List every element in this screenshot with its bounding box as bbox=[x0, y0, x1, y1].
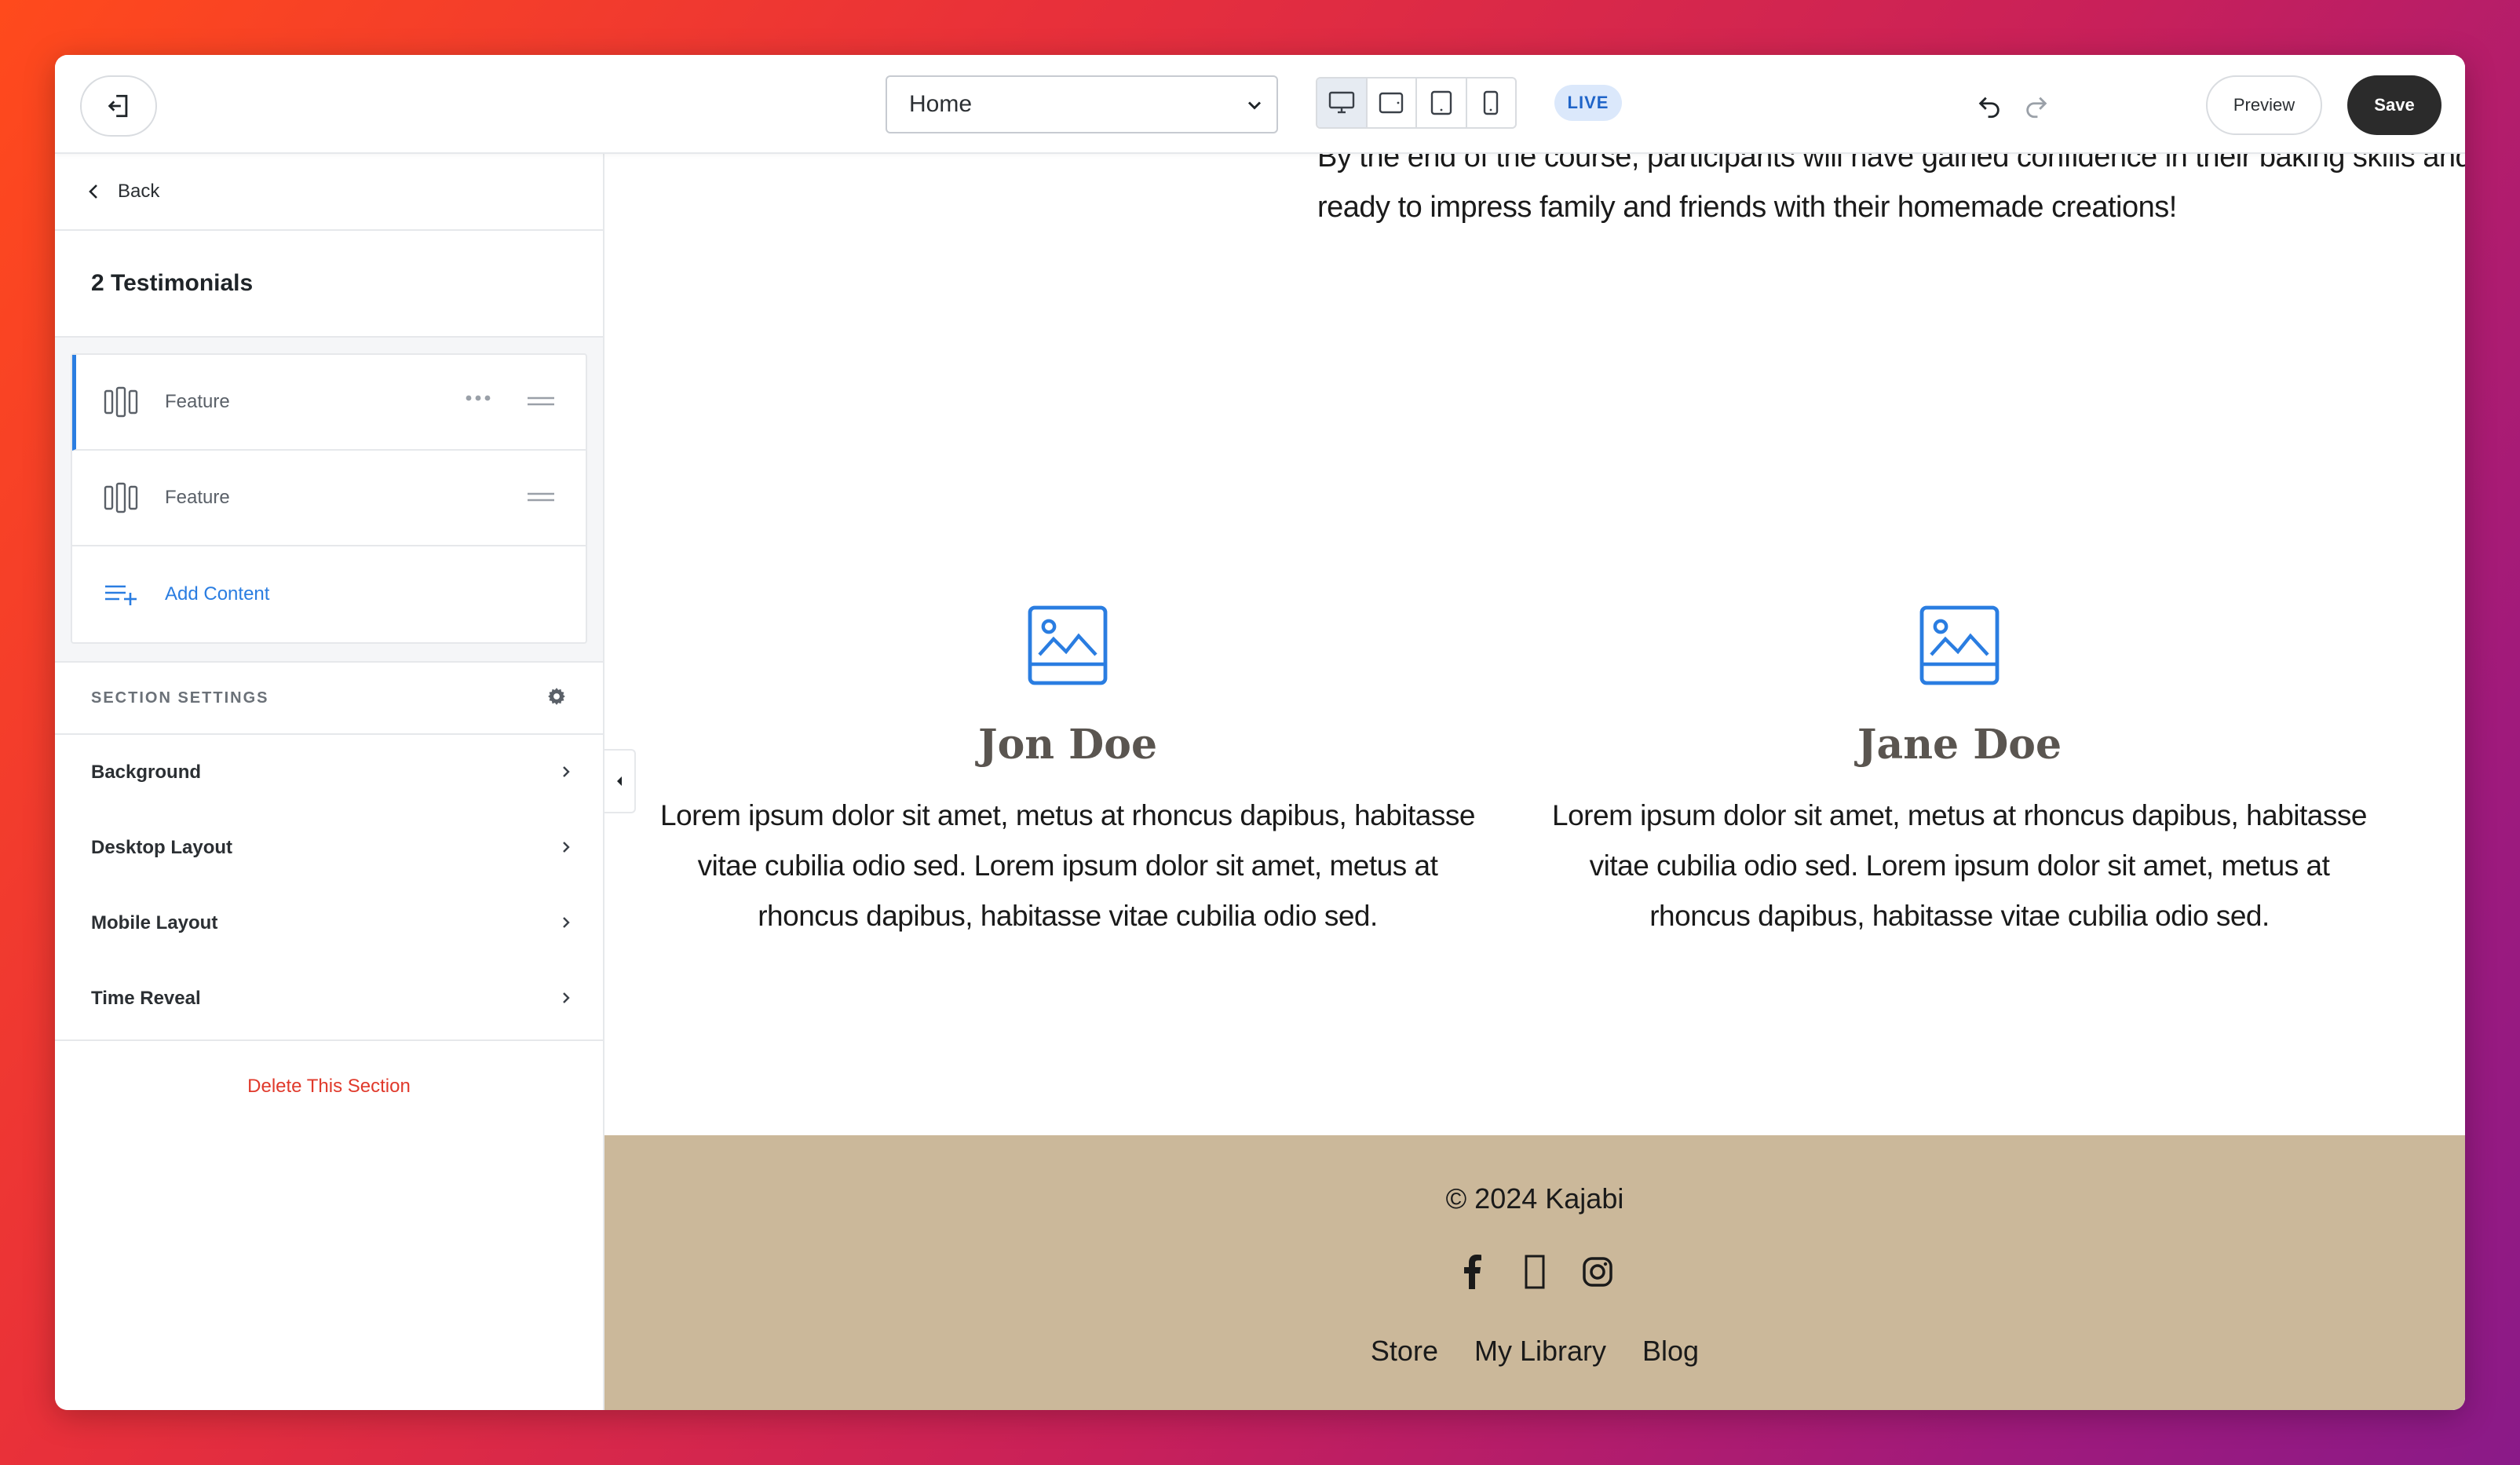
testimonial-name: Jane Doe bbox=[1857, 721, 2062, 769]
save-button[interactable]: Save bbox=[2347, 75, 2441, 135]
drag-handle-icon[interactable] bbox=[528, 491, 554, 502]
desktop-icon bbox=[1328, 91, 1354, 114]
tablet-portrait-icon bbox=[1430, 90, 1452, 115]
settings-item-label: Desktop Layout bbox=[91, 837, 233, 858]
undo-button[interactable] bbox=[1970, 88, 2008, 126]
image-placeholder-icon bbox=[1028, 605, 1108, 685]
add-content-label: Add Content bbox=[165, 583, 270, 605]
drag-handle-icon[interactable] bbox=[528, 396, 554, 407]
chevron-left-icon bbox=[89, 184, 97, 199]
instagram-icon[interactable] bbox=[1582, 1253, 1613, 1291]
testimonial-quote: Lorem ipsum dolor sit amet, metus at rho… bbox=[1552, 799, 2367, 932]
chevron-right-icon bbox=[563, 766, 570, 777]
editor-window: By the end of the course, participants w… bbox=[55, 55, 2465, 1410]
page-canvas: By the end of the course, participants w… bbox=[604, 55, 2465, 1410]
footer-link-store[interactable]: Store bbox=[1371, 1335, 1438, 1368]
feature-block-icon bbox=[104, 386, 138, 418]
caret-left-icon bbox=[617, 776, 622, 786]
mobile-view-button[interactable] bbox=[1467, 79, 1516, 127]
page-footer: © 2024 Kajabi Store My Library Blog bbox=[604, 1135, 2465, 1410]
redo-button[interactable] bbox=[2018, 88, 2055, 126]
desktop-view-button[interactable] bbox=[1317, 79, 1368, 127]
blocks-area: Feature Feature Add Content bbox=[55, 338, 603, 663]
gear-icon[interactable] bbox=[546, 686, 567, 707]
settings-item-background[interactable]: Background bbox=[55, 735, 603, 810]
delete-section-button[interactable]: Delete This Section bbox=[55, 1041, 603, 1132]
tablet-portrait-view-button[interactable] bbox=[1417, 79, 1467, 127]
redo-icon bbox=[2026, 97, 2047, 119]
chevron-right-icon bbox=[563, 842, 570, 853]
add-list-icon bbox=[105, 585, 137, 605]
testimonial-card[interactable]: Jon Doe Lorem ipsum dolor sit amet, metu… bbox=[652, 605, 1484, 941]
settings-item-mobile-layout[interactable]: Mobile Layout bbox=[55, 886, 603, 961]
section-title: 2 Testimonials bbox=[55, 231, 603, 338]
settings-item-label: Background bbox=[91, 762, 202, 783]
block-row-feature[interactable]: Feature bbox=[72, 355, 586, 451]
collapse-sidebar-button[interactable] bbox=[604, 749, 636, 813]
tablet-landscape-icon bbox=[1379, 92, 1404, 114]
settings-item-label: Time Reveal bbox=[91, 988, 201, 1009]
mobile-icon bbox=[1484, 90, 1499, 115]
device-switcher bbox=[1316, 77, 1517, 129]
section-settings-heading: SECTION SETTINGS bbox=[55, 663, 603, 735]
feature-block-icon bbox=[104, 482, 138, 513]
chevron-down-icon bbox=[1247, 101, 1262, 110]
editor-sidebar: Back 2 Testimonials Feature Feature Add … bbox=[55, 154, 604, 1410]
footer-link-blog[interactable]: Blog bbox=[1642, 1335, 1699, 1368]
page-select[interactable]: Home bbox=[886, 75, 1278, 133]
block-label: Feature bbox=[165, 487, 230, 508]
back-button[interactable]: Back bbox=[55, 154, 603, 231]
section-settings-label: SECTION SETTINGS bbox=[91, 689, 269, 707]
social-links bbox=[604, 1253, 2465, 1291]
tiktok-icon[interactable] bbox=[1519, 1253, 1550, 1291]
exit-icon bbox=[108, 94, 128, 118]
settings-item-label: Mobile Layout bbox=[91, 912, 218, 933]
settings-item-desktop-layout[interactable]: Desktop Layout bbox=[55, 810, 603, 886]
blocks-list: Feature Feature Add Content bbox=[71, 353, 587, 644]
footer-nav: Store My Library Blog bbox=[604, 1335, 2465, 1368]
block-label: Feature bbox=[165, 391, 230, 412]
settings-item-time-reveal[interactable]: Time Reveal bbox=[55, 961, 603, 1036]
tablet-landscape-view-button[interactable] bbox=[1368, 79, 1417, 127]
undo-icon bbox=[1978, 97, 2000, 119]
footer-copyright: © 2024 Kajabi bbox=[1445, 1182, 1624, 1215]
block-row-feature[interactable]: Feature bbox=[72, 451, 586, 546]
page-select-value: Home bbox=[909, 91, 973, 117]
more-options-icon[interactable] bbox=[465, 394, 491, 402]
live-status-badge: LIVE bbox=[1554, 85, 1622, 121]
image-placeholder-icon bbox=[1919, 605, 2000, 685]
footer-link-my-library[interactable]: My Library bbox=[1474, 1335, 1606, 1368]
testimonial-quote: Lorem ipsum dolor sit amet, metus at rho… bbox=[660, 799, 1475, 932]
back-label: Back bbox=[118, 181, 160, 202]
chevron-right-icon bbox=[563, 917, 570, 928]
chevron-right-icon bbox=[563, 992, 570, 1003]
testimonial-card[interactable]: Jane Doe Lorem ipsum dolor sit amet, met… bbox=[1543, 605, 2376, 941]
facebook-icon[interactable] bbox=[1456, 1253, 1488, 1291]
section-settings-list: Background Desktop Layout Mobile Layout … bbox=[55, 735, 603, 1041]
exit-editor-button[interactable] bbox=[80, 75, 157, 137]
add-content-button[interactable]: Add Content bbox=[72, 546, 586, 642]
testimonial-name: Jon Doe bbox=[977, 721, 1158, 769]
editor-topbar: Home LIVE Preview Save bbox=[55, 55, 2465, 154]
preview-button[interactable]: Preview bbox=[2206, 75, 2322, 135]
